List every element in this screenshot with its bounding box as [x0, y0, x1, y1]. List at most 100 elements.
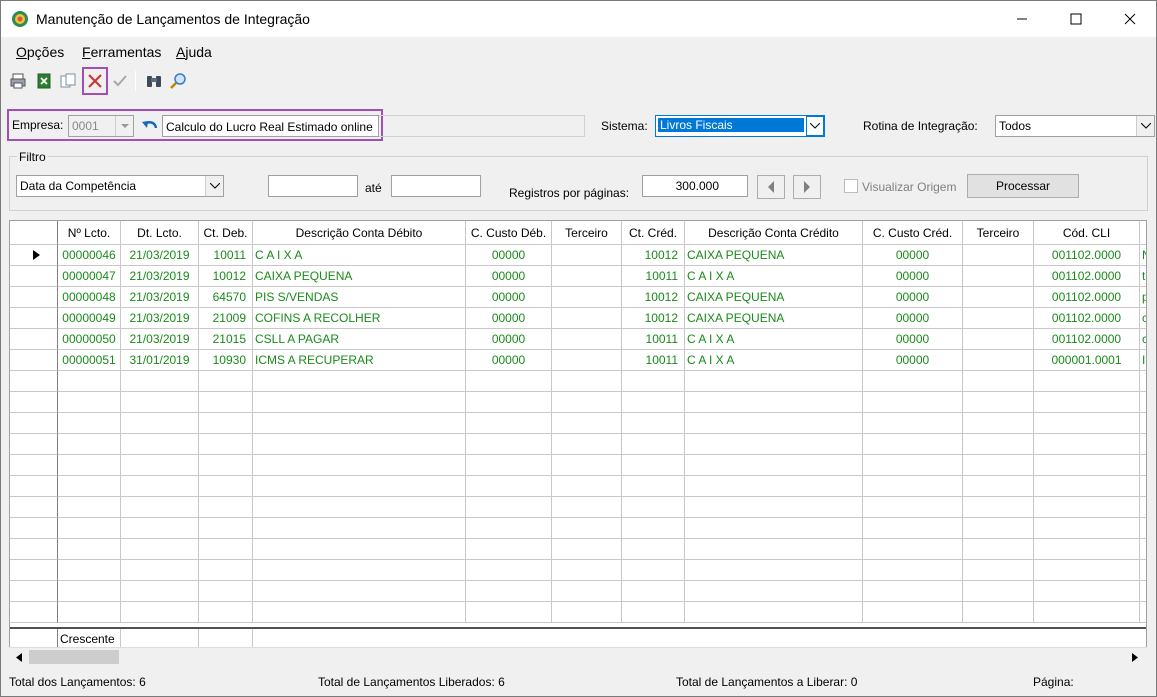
cell-terceiro-cred[interactable] [963, 455, 1034, 476]
cell-cod-cli[interactable] [1034, 518, 1140, 539]
horizontal-scrollbar[interactable] [9, 647, 1147, 665]
minimize-button[interactable] [999, 1, 1045, 37]
cell-ct-cred[interactable] [622, 602, 685, 623]
cell-terceiro-deb[interactable] [552, 266, 622, 287]
cell-desc-credito[interactable]: CAIXA PEQUENA [685, 245, 863, 266]
cell-terceiro-deb[interactable] [552, 581, 622, 602]
cell-ccusto-cred[interactable] [863, 602, 963, 623]
cell-dt-lcto[interactable] [121, 560, 199, 581]
cell-dt-lcto[interactable]: 21/03/2019 [121, 245, 199, 266]
visualizar-origem-checkbox[interactable] [844, 179, 858, 193]
cell-dt-lcto[interactable]: 31/01/2019 [121, 350, 199, 371]
cell-overflow[interactable]: p [1140, 287, 1146, 308]
cell-cod-cli[interactable]: 001102.0000 [1034, 308, 1140, 329]
cell-ct-deb[interactable] [199, 413, 253, 434]
cell-terceiro-cred[interactable] [963, 245, 1034, 266]
cell-terceiro-deb[interactable] [552, 245, 622, 266]
search-button[interactable] [167, 69, 189, 93]
cell-desc-debito[interactable]: COFINS A RECOLHER [253, 308, 466, 329]
cell-cod-cli[interactable]: 001102.0000 [1034, 266, 1140, 287]
cell-terceiro-deb[interactable] [552, 476, 622, 497]
cell-ct-cred[interactable]: 10012 [622, 245, 685, 266]
cell-ct-deb[interactable] [199, 392, 253, 413]
cell-ccusto-deb[interactable]: 00000 [466, 287, 552, 308]
cell-ccusto-deb[interactable] [466, 392, 552, 413]
cell-overflow[interactable]: c [1140, 308, 1146, 329]
menu-ajuda[interactable]: Ajuda [176, 44, 212, 60]
header-n-lcto[interactable]: Nº Lcto. [58, 221, 121, 245]
cell-ct-deb[interactable] [199, 560, 253, 581]
cell-desc-credito[interactable] [685, 434, 863, 455]
lancamentos-grid[interactable]: Nº Lcto. Dt. Lcto. Ct. Deb. Descrição Co… [9, 220, 1147, 665]
cell-ccusto-deb[interactable]: 00000 [466, 308, 552, 329]
processar-button[interactable]: Processar [967, 174, 1079, 198]
cell-n-lcto[interactable]: 00000049 [58, 308, 121, 329]
cell-desc-debito[interactable] [253, 413, 466, 434]
cell-ct-deb[interactable]: 21015 [199, 329, 253, 350]
cell-n-lcto[interactable]: 00000046 [58, 245, 121, 266]
cell-cod-cli[interactable] [1034, 539, 1140, 560]
cell-desc-debito[interactable]: C A I X A [253, 245, 466, 266]
cell-ct-cred[interactable] [622, 434, 685, 455]
cell-terceiro-cred[interactable] [963, 434, 1034, 455]
row-indicator[interactable] [10, 560, 58, 581]
cell-ct-deb[interactable] [199, 497, 253, 518]
cell-ccusto-deb[interactable] [466, 560, 552, 581]
cell-cod-cli[interactable] [1034, 476, 1140, 497]
cell-n-lcto[interactable] [58, 371, 121, 392]
cell-dt-lcto[interactable]: 21/03/2019 [121, 266, 199, 287]
scroll-right-icon[interactable] [1127, 649, 1143, 665]
cell-dt-lcto[interactable] [121, 539, 199, 560]
cell-dt-lcto[interactable] [121, 518, 199, 539]
cell-ct-cred[interactable]: 10011 [622, 350, 685, 371]
cell-ccusto-cred[interactable]: 00000 [863, 350, 963, 371]
export-excel-button[interactable] [33, 69, 55, 93]
cell-ccusto-cred[interactable]: 00000 [863, 287, 963, 308]
cell-n-lcto[interactable] [58, 476, 121, 497]
sistema-combo[interactable]: Livros Fiscais [655, 115, 825, 137]
row-indicator[interactable] [10, 476, 58, 497]
cell-overflow[interactable] [1140, 497, 1146, 518]
cell-desc-credito[interactable]: CAIXA PEQUENA [685, 308, 863, 329]
cell-terceiro-cred[interactable] [963, 371, 1034, 392]
cell-overflow[interactable]: I [1140, 350, 1146, 371]
row-indicator[interactable] [10, 245, 58, 266]
table-row[interactable]: 00000049 21/03/2019 21009 COFINS A RECOLHER… [10, 308, 1146, 329]
cell-ccusto-deb[interactable]: 00000 [466, 350, 552, 371]
cell-overflow[interactable] [1140, 434, 1146, 455]
cell-ct-cred[interactable]: 10011 [622, 329, 685, 350]
header-ccusto-cred[interactable]: C. Custo Créd. [863, 221, 963, 245]
cell-desc-debito[interactable] [253, 581, 466, 602]
rotina-combo[interactable]: Todos [995, 115, 1155, 137]
cell-ct-cred[interactable] [622, 497, 685, 518]
cell-terceiro-cred[interactable] [963, 287, 1034, 308]
row-indicator[interactable] [10, 392, 58, 413]
cell-dt-lcto[interactable] [121, 434, 199, 455]
cell-n-lcto[interactable] [58, 518, 121, 539]
cell-desc-debito[interactable]: CSLL A PAGAR [253, 329, 466, 350]
cell-dt-lcto[interactable]: 21/03/2019 [121, 287, 199, 308]
header-ct-deb[interactable]: Ct. Deb. [199, 221, 253, 245]
cell-ct-cred[interactable] [622, 560, 685, 581]
cell-ct-cred[interactable]: 10011 [622, 266, 685, 287]
cell-ct-cred[interactable] [622, 518, 685, 539]
cell-n-lcto[interactable] [58, 434, 121, 455]
header-ccusto-deb[interactable]: C. Custo Déb. [466, 221, 552, 245]
cell-desc-credito[interactable] [685, 371, 863, 392]
row-indicator[interactable] [10, 287, 58, 308]
cell-cod-cli[interactable] [1034, 434, 1140, 455]
cell-terceiro-deb[interactable] [552, 455, 622, 476]
header-terceiro-deb[interactable]: Terceiro [552, 221, 622, 245]
print-button[interactable] [7, 69, 29, 93]
cell-overflow[interactable] [1140, 560, 1146, 581]
cell-ccusto-deb[interactable] [466, 518, 552, 539]
cell-ccusto-cred[interactable] [863, 413, 963, 434]
cell-terceiro-deb[interactable] [552, 602, 622, 623]
cell-desc-debito[interactable] [253, 539, 466, 560]
cell-ccusto-deb[interactable]: 00000 [466, 329, 552, 350]
cell-cod-cli[interactable] [1034, 392, 1140, 413]
table-row[interactable]: 00000046 21/03/2019 10011 C A I X A 00000 100… [10, 245, 1146, 266]
cell-terceiro-cred[interactable] [963, 329, 1034, 350]
table-row[interactable] [10, 434, 1146, 455]
cell-ccusto-deb[interactable] [466, 476, 552, 497]
